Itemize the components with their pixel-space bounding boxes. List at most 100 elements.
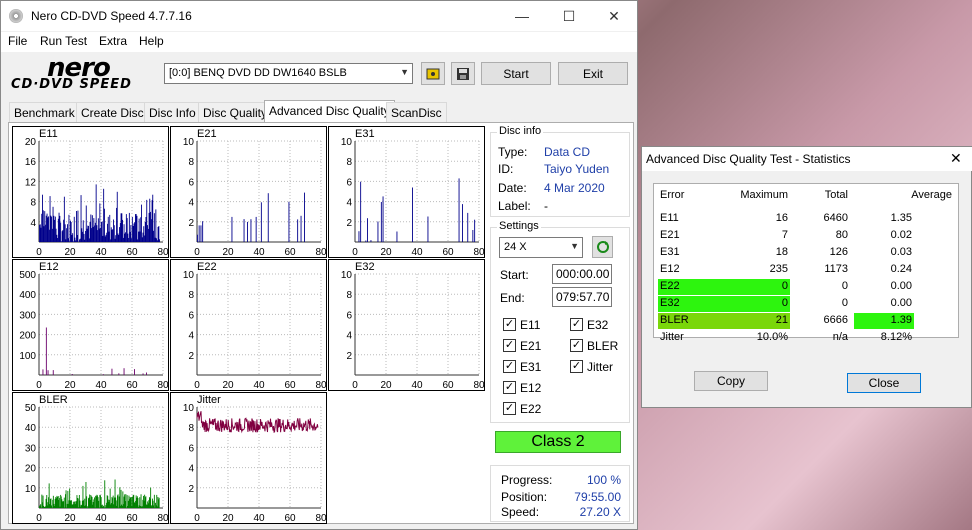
x-tick-label: 20 — [222, 380, 234, 391]
table-cell: 1.39 — [890, 314, 912, 326]
e12-checkbox[interactable]: ✓ — [503, 381, 516, 394]
position-value: 79:55.00 — [574, 490, 621, 504]
drive-select[interactable]: [0:0] BENQ DVD DD DW1640 BSLB ▼ — [164, 63, 413, 84]
bar — [107, 223, 108, 242]
table-cell: 235 — [769, 263, 788, 275]
bar — [130, 225, 132, 242]
x-tick-label: 0 — [194, 380, 200, 391]
close-icon[interactable]: ✕ — [591, 1, 637, 31]
y-tick-label: 400 — [19, 290, 36, 301]
end-input[interactable]: 079:57.70 — [552, 287, 612, 307]
bar — [104, 236, 106, 242]
bar — [123, 368, 125, 375]
bar — [117, 494, 119, 508]
bar — [243, 219, 245, 242]
bar — [109, 214, 111, 242]
end-label: End: — [500, 291, 525, 305]
bar — [47, 370, 49, 375]
table-cell: 0 — [841, 280, 848, 292]
bar — [125, 214, 127, 242]
x-tick-label: 20 — [64, 247, 76, 258]
x-tick-label: 80 — [315, 380, 327, 391]
bar — [84, 239, 86, 242]
table-row: Jitter 10.0% n/a 8.12% — [658, 330, 958, 346]
bar — [103, 188, 105, 242]
jitter-checkbox[interactable]: ✓ — [570, 360, 583, 373]
speed-select[interactable]: 24 X ▼ — [499, 237, 583, 258]
bar — [63, 196, 65, 242]
x-tick-label: 60 — [442, 247, 454, 258]
menu-help[interactable]: Help — [139, 34, 164, 48]
x-tick-label: 0 — [194, 513, 200, 524]
bar — [152, 194, 154, 242]
table-cell: 18 — [775, 246, 788, 258]
bar — [267, 193, 269, 242]
tab-disc-info[interactable]: Disc Info — [144, 102, 201, 122]
bar — [58, 212, 60, 242]
table-cell: 6666 — [823, 314, 848, 326]
table-header: Error Maximum Total Average — [658, 188, 958, 204]
bar — [115, 235, 117, 242]
table-cell: 0.02 — [890, 229, 912, 241]
start-button[interactable]: Start — [481, 62, 551, 85]
chart-e21-plot: 0 20 40 60 80 2 4 6 8 10 — [183, 137, 327, 258]
bar — [145, 217, 147, 242]
e32-checkbox[interactable]: ✓ — [570, 318, 583, 331]
e11-checkbox[interactable]: ✓ — [503, 318, 516, 331]
bar — [113, 225, 115, 242]
x-tick-label: 60 — [284, 380, 296, 391]
x-tick-label: 20 — [380, 247, 392, 258]
minimize-icon[interactable]: — — [499, 1, 545, 31]
bar — [45, 224, 46, 242]
tab-benchmark[interactable]: Benchmark — [9, 102, 80, 122]
close-button[interactable]: Close — [847, 373, 921, 393]
table-cell: 0.00 — [890, 297, 912, 309]
settings-group: Settings 24 X ▼ Start: 000:00.00 End: 07… — [490, 220, 630, 423]
save-button[interactable] — [451, 62, 475, 85]
bar — [122, 219, 123, 242]
menu-extra[interactable]: Extra — [99, 34, 127, 48]
chart-bler: BLER 0 20 40 60 80 10 20 30 40 50 — [12, 392, 169, 524]
bar — [358, 231, 360, 242]
maximize-icon[interactable]: ☐ — [546, 1, 592, 31]
bar — [45, 215, 47, 242]
table-cell: 0 — [781, 297, 788, 309]
tab-disc-quality[interactable]: Disc Quality — [198, 102, 273, 122]
copy-button[interactable]: Copy — [694, 371, 768, 391]
x-tick-label: 20 — [222, 513, 234, 524]
bler-checkbox[interactable]: ✓ — [570, 339, 583, 352]
bar — [157, 227, 159, 242]
e22-checkbox[interactable]: ✓ — [503, 402, 516, 415]
refresh-speed-button[interactable] — [592, 236, 613, 258]
table-cell: 80 — [835, 229, 848, 241]
exit-button[interactable]: Exit — [558, 62, 628, 85]
bar — [60, 241, 62, 242]
bar — [260, 202, 262, 242]
table-cell: 0 — [841, 297, 848, 309]
bar — [97, 218, 99, 242]
e31-checkbox[interactable]: ✓ — [503, 360, 516, 373]
app-cd-icon — [9, 9, 23, 23]
x-tick-label: 80 — [315, 513, 327, 524]
x-tick-label: 0 — [194, 247, 200, 258]
window-title: Nero CD-DVD Speed 4.7.7.16 — [31, 9, 192, 23]
chart-e22-plot: 0 20 40 60 80 2 4 6 8 10 — [183, 270, 327, 391]
refresh-drive-button[interactable] — [421, 62, 445, 85]
statistics-title: Advanced Disc Quality Test - Statistics — [646, 152, 851, 166]
bar — [202, 221, 204, 242]
x-tick-label: 0 — [36, 380, 42, 391]
chart-e21: E21 0 20 40 60 80 2 4 6 8 10 — [170, 126, 327, 258]
bar — [360, 181, 362, 242]
x-tick-label: 0 — [352, 380, 358, 391]
menu-run-test[interactable]: Run Test — [40, 34, 87, 48]
menu-file[interactable]: File — [8, 34, 27, 48]
tab-scandisc[interactable]: ScanDisc — [386, 102, 447, 122]
e21-checkbox[interactable]: ✓ — [503, 339, 516, 352]
y-tick-label: 30 — [25, 443, 37, 454]
close-icon[interactable]: ✕ — [950, 150, 962, 167]
tab-create-disc[interactable]: Create Disc — [76, 102, 149, 122]
bar — [367, 218, 368, 242]
tab-advanced-disc-quality[interactable]: Advanced Disc Quality — [264, 100, 395, 123]
start-input[interactable]: 000:00.00 — [552, 264, 612, 284]
x-tick-label: 20 — [64, 380, 76, 391]
